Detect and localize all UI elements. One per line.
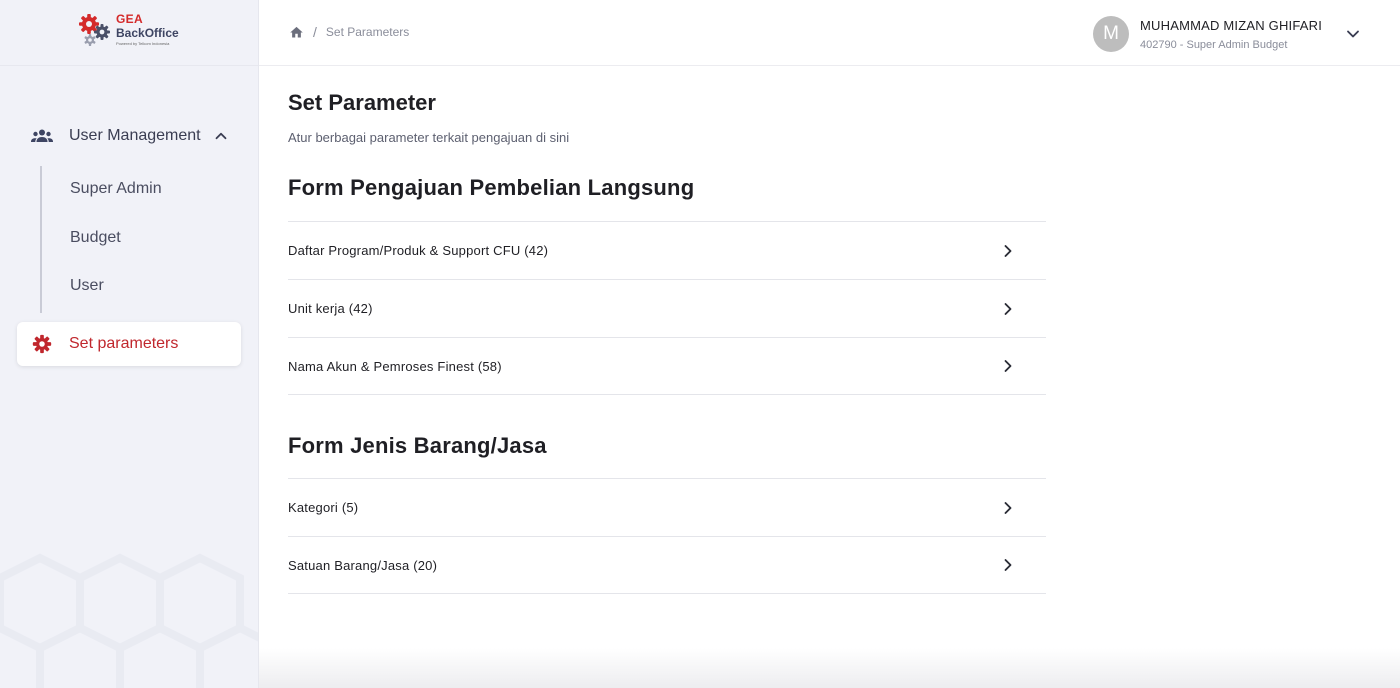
chevron-right-icon — [1004, 559, 1012, 571]
list-item-label: Unit kerja (42) — [288, 301, 373, 316]
list-item-label: Nama Akun & Pemroses Finest (58) — [288, 358, 502, 374]
sidebar-item-budget[interactable]: Budget — [70, 229, 121, 247]
logo-brand-bottom: BackOffice — [116, 26, 179, 40]
sidebar-group-label: User Management — [69, 127, 201, 144]
sidebar-item-user[interactable]: User — [70, 277, 104, 295]
app-logo[interactable]: GEA BackOffice Powered by Telkom Indones… — [76, 12, 186, 52]
gear-logo-icon — [79, 14, 110, 46]
top-header: / Set Parameters M MUHAMMAD MIZAN GHIFAR… — [259, 0, 1400, 66]
list-item[interactable]: Satuan Barang/Jasa (20) — [288, 536, 1046, 594]
breadcrumb-current: Set Parameters — [325, 25, 410, 39]
breadcrumb-separator: / — [313, 24, 317, 40]
avatar: M — [1093, 16, 1129, 52]
chevron-down-icon[interactable] — [1343, 24, 1363, 44]
sidebar: GEA BackOffice Powered by Telkom Indones… — [0, 0, 259, 688]
sidebar-background-pattern — [0, 553, 258, 688]
user-info: MUHAMMAD MIZAN GHIFARI 402790 - Super Ad… — [1140, 18, 1343, 51]
sidebar-item-label: Set parameters — [69, 335, 179, 352]
list-item[interactable]: Unit kerja (42) — [288, 279, 1046, 337]
list-item[interactable]: Kategori (5) — [288, 478, 1046, 536]
submenu-divider-line — [40, 166, 42, 313]
sidebar-item-super-admin[interactable]: Super Admin — [70, 180, 162, 198]
chevron-right-icon — [1004, 244, 1012, 257]
sidebar-item-set-parameters[interactable]: Set parameters — [17, 322, 241, 366]
user-name: MUHAMMAD MIZAN GHIFARI — [1140, 17, 1323, 33]
list-item-label: Daftar Program/Produk & Support CFU (42) — [288, 243, 549, 258]
logo-tagline: Powered by Telkom Indonesia — [116, 41, 170, 46]
sidebar-group-user-management[interactable]: User Management — [30, 124, 230, 148]
gear-icon — [31, 333, 53, 355]
chevron-right-icon — [1004, 302, 1012, 315]
list-item-label: Satuan Barang/Jasa (20) — [288, 557, 438, 573]
section-title-pembelian-langsung: Form Pengajuan Pembelian Langsung — [288, 175, 695, 200]
list-item[interactable]: Daftar Program/Produk & Support CFU (42) — [288, 221, 1046, 279]
list-item[interactable]: Nama Akun & Pemroses Finest (58) — [288, 337, 1046, 395]
page-subtitle: Atur berbagai parameter terkait pengajua… — [288, 130, 570, 145]
chevron-right-icon — [1004, 360, 1012, 372]
logo-brand-top: GEA — [116, 12, 143, 26]
home-icon[interactable] — [289, 25, 304, 40]
user-role: 402790 - Super Admin Budget — [1140, 38, 1288, 51]
section-title-jenis-barang-jasa: Form Jenis Barang/Jasa — [288, 433, 547, 458]
people-icon — [30, 124, 54, 148]
breadcrumb: / Set Parameters — [289, 24, 409, 40]
user-menu[interactable]: M MUHAMMAD MIZAN GHIFARI 402790 - Super … — [1093, 14, 1363, 54]
chevron-right-icon — [1004, 501, 1012, 514]
bottom-shadow — [259, 648, 1400, 688]
list-item-label: Kategori (5) — [288, 500, 359, 515]
logo-bar: GEA BackOffice Powered by Telkom Indones… — [0, 0, 258, 66]
page-title: Set Parameter — [288, 90, 436, 115]
chevron-up-icon[interactable] — [212, 127, 230, 145]
